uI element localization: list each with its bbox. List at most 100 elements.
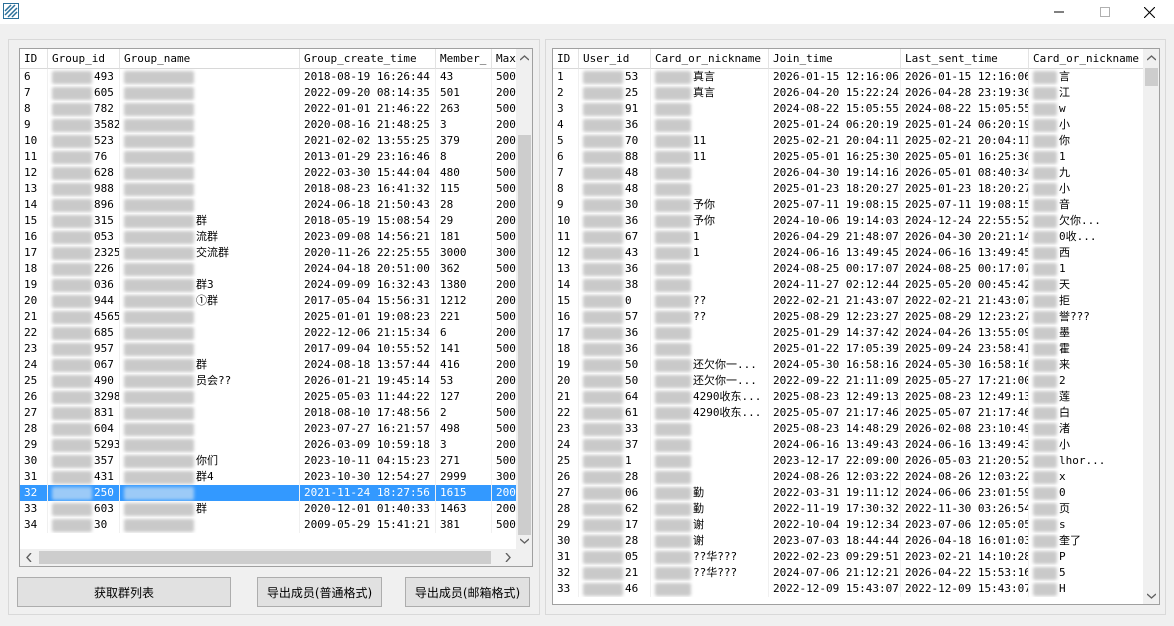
minimize-button[interactable] — [1036, 0, 1082, 24]
group-table-row[interactable]: 21 4565 2025-01-01 19:08:23 221 500 — [20, 309, 532, 325]
member-table-row[interactable]: 26 28 2024-08-26 12:03:22 2024-08-26 12:03:… — [553, 469, 1149, 485]
group-table-row[interactable]: 25 490 员会?? 2026-01-21 19:45:14 53 200 — [20, 373, 532, 389]
member-table-row[interactable]: 19 50 还欠你一... 2024-05-30 16:58:16 2024-05-30… — [553, 357, 1149, 373]
member-table-row[interactable]: 22 61 4290收东... 2025-05-07 21:17:46 2025-05-… — [553, 405, 1149, 421]
member-table-row[interactable]: 1 53 真言 2026-01-15 12:16:06 2026-01-15 12:16… — [553, 69, 1149, 85]
column-header[interactable]: Group_id — [48, 49, 120, 69]
member-table-row[interactable]: 7 48 2026-04-30 19:14:16 2026-05-01 08:40:3… — [553, 165, 1149, 181]
group-table-row[interactable]: 32 250 2021-11-24 18:27:56 1615 200 — [20, 485, 532, 501]
scroll-thumb[interactable] — [39, 551, 491, 564]
group-table-row[interactable]: 27 831 2018-08-10 17:48:56 2 500 — [20, 405, 532, 421]
maximize-button[interactable] — [1082, 0, 1128, 24]
column-header[interactable]: User_id — [579, 49, 651, 69]
column-header[interactable]: Group_create_time — [300, 49, 436, 69]
member-table-row[interactable]: 32 21 ??华??? 2024-07-06 21:12:21 2026-04-22 … — [553, 565, 1149, 581]
close-button[interactable] — [1126, 0, 1172, 24]
column-header[interactable]: Card_or_nickname — [651, 49, 769, 69]
column-header[interactable]: Member_ — [436, 49, 492, 69]
redacted-mask — [52, 119, 92, 132]
group-table-row[interactable]: 12 628 2022-03-30 15:44:04 480 500 — [20, 165, 532, 181]
member-table-row[interactable]: 18 36 2025-01-22 17:05:39 2025-09-24 23:58:… — [553, 341, 1149, 357]
export-members-email-button[interactable]: 导出成员(邮箱格式) — [405, 577, 530, 607]
member-table-row[interactable]: 30 28 谢 2023-07-03 18:44:44 2026-04-18 16:01… — [553, 533, 1149, 549]
scroll-thumb[interactable] — [1145, 68, 1158, 86]
column-header[interactable]: Last_sent_time — [901, 49, 1029, 69]
member-table-row[interactable]: 5 70 11 2025-02-21 20:04:11 2025-02-21 20:04… — [553, 133, 1149, 149]
scroll-thumb[interactable] — [518, 135, 531, 535]
member-table-row[interactable]: 15 0?? 2022-02-21 21:43:07 2022-02-21 21:43… — [553, 293, 1149, 309]
scroll-right-button[interactable] — [499, 549, 516, 566]
scroll-up-button[interactable] — [516, 49, 532, 66]
column-header[interactable]: ID — [20, 49, 48, 69]
group-table-row[interactable]: 31 431 群4 2023-10-30 12:54:27 2999 300 — [20, 469, 532, 485]
member-table-row[interactable]: 13 36 2024-08-25 00:17:07 2024-08-25 00:17:… — [553, 261, 1149, 277]
member-table-row[interactable]: 25 1 2023-12-17 22:09:00 2026-05-03 21:20:5… — [553, 453, 1149, 469]
group-table-row[interactable]: 14 896 2024-06-18 21:50:43 28 200 — [20, 197, 532, 213]
member-table-row[interactable]: 4 36 2025-01-24 06:20:19 2025-01-24 06:20:1… — [553, 117, 1149, 133]
group-table[interactable]: ID Group_id Group_name Group_create_time Mem… — [19, 48, 533, 567]
group-table-row[interactable]: 23 957 2017-09-04 10:55:52 141 500 — [20, 341, 532, 357]
group-table-row[interactable]: 11 76 2013-01-29 23:16:46 8 200 — [20, 149, 532, 165]
group-table-row[interactable]: 26 3298 2025-05-03 11:44:22 127 200 — [20, 389, 532, 405]
member-table-row[interactable]: 8 48 2025-01-23 18:20:27 2025-01-23 18:20:2… — [553, 181, 1149, 197]
cell-text: 053 — [94, 230, 114, 243]
group-table-row[interactable]: 34 30 2009-05-29 15:41:21 381 500 — [20, 517, 532, 533]
member-table-row[interactable]: 20 50 还欠你一... 2022-09-22 21:11:09 2025-05-27… — [553, 373, 1149, 389]
member-table-row[interactable]: 21 64 4290收东... 2025-08-23 12:49:13 2025-08-… — [553, 389, 1149, 405]
member-table-row[interactable]: 28 62 勤 2022-11-19 17:30:32 2022-11-30 03:26… — [553, 501, 1149, 517]
group-table-row[interactable]: 18 226 2024-04-18 20:51:00 362 500 — [20, 261, 532, 277]
scroll-left-button[interactable] — [20, 549, 37, 566]
member-table-row[interactable]: 33 46 2022-12-09 15:43:07 2022-12-09 15:43:… — [553, 581, 1149, 597]
member-table-row[interactable]: 6 88 11 2025-05-01 16:25:30 2025-05-01 16:25… — [553, 149, 1149, 165]
table-cell: 36 — [579, 117, 651, 133]
member-table-row[interactable]: 16 57?? 2025-08-29 12:23:27 2025-08-29 12:2… — [553, 309, 1149, 325]
member-table-row[interactable]: 3 91 2024-08-22 15:05:55 2024-08-22 15:05:5… — [553, 101, 1149, 117]
redacted-mask — [52, 407, 92, 420]
member-table-row[interactable]: 29 17 谢 2022-10-04 19:12:34 2023-07-06 12:05… — [553, 517, 1149, 533]
member-table-row[interactable]: 14 38 2024-11-27 02:12:44 2025-05-20 00:45:… — [553, 277, 1149, 293]
table-cell: 19 — [20, 277, 48, 293]
group-table-row[interactable]: 10 523 2021-02-02 13:55:25 379 200 — [20, 133, 532, 149]
table-cell: 067 — [48, 357, 120, 373]
member-table-vscrollbar[interactable] — [1143, 49, 1159, 604]
group-table-row[interactable]: 7 605 2022-09-20 08:14:35 501 200 — [20, 85, 532, 101]
group-table-row[interactable]: 6 493 2018-08-19 16:26:44 43 500 — [20, 69, 532, 85]
table-cell: 19 — [553, 357, 579, 373]
group-table-row[interactable]: 28 604 2023-07-27 16:21:57 498 500 — [20, 421, 532, 437]
group-table-row[interactable]: 30 357 你们 2023-10-11 04:15:23 271 500 — [20, 453, 532, 469]
group-table-row[interactable]: 22 685 2022-12-06 21:15:34 6 200 — [20, 325, 532, 341]
member-table-row[interactable]: 24 37 2024-06-16 13:49:43 2024-06-16 13:49:… — [553, 437, 1149, 453]
member-table-row[interactable]: 11 67 1 2026-04-29 21:48:07 2026-04-30 20:21… — [553, 229, 1149, 245]
column-header[interactable]: ID — [553, 49, 579, 69]
scroll-down-button[interactable] — [516, 532, 532, 549]
group-table-row[interactable]: 29 5293 2026-03-09 10:59:18 3 200 — [20, 437, 532, 453]
member-table[interactable]: ID User_id Card_or_nickname Join_time Last_s… — [552, 48, 1160, 605]
group-table-row[interactable]: 16 053 流群 2023-09-08 14:56:21 181 500 — [20, 229, 532, 245]
get-group-list-button[interactable]: 获取群列表 — [17, 577, 231, 607]
scroll-down-button[interactable] — [1143, 587, 1159, 604]
column-header[interactable]: Join_time — [769, 49, 901, 69]
group-table-row[interactable]: 8 782 2022-01-01 21:46:22 263 500 — [20, 101, 532, 117]
group-table-vscrollbar[interactable] — [516, 49, 532, 549]
member-table-row[interactable]: 27 06 勤 2022-03-31 19:11:12 2024-06-06 23:01… — [553, 485, 1149, 501]
member-table-row[interactable]: 10 36 予你 2024-10-06 19:14:03 2024-12-24 22:5… — [553, 213, 1149, 229]
group-table-row[interactable]: 19 036 群3 2024-09-09 16:32:43 1380 200 — [20, 277, 532, 293]
member-table-row[interactable]: 23 33 2025-08-23 14:48:29 2026-02-08 23:10:… — [553, 421, 1149, 437]
export-members-normal-button[interactable]: 导出成员(普通格式) — [257, 577, 382, 607]
group-table-row[interactable]: 15 315 群 2018-05-19 15:08:54 29 200 — [20, 213, 532, 229]
member-table-row[interactable]: 9 30 予你 2025-07-11 19:08:15 2025-07-11 19:08… — [553, 197, 1149, 213]
member-table-row[interactable]: 2 25 真言 2026-04-20 15:22:24 2026-04-28 23:19… — [553, 85, 1149, 101]
group-table-row[interactable]: 17 2325 交流群 2020-11-26 22:25:55 3000 300 — [20, 245, 532, 261]
column-header[interactable]: Group_name — [120, 49, 300, 69]
column-header[interactable]: Card_or_nickname — [1029, 49, 1149, 69]
member-table-row[interactable]: 31 05 ??华??? 2022-02-23 09:29:51 2023-02-21 … — [553, 549, 1149, 565]
member-table-row[interactable]: 12 43 1 2024-06-16 13:49:45 2024-06-16 13:49… — [553, 245, 1149, 261]
group-table-row[interactable]: 13 988 2018-08-23 16:41:32 115 500 — [20, 181, 532, 197]
member-table-row[interactable]: 17 36 2025-01-29 14:37:42 2024-04-26 13:55:… — [553, 325, 1149, 341]
group-table-row[interactable]: 24 067 群 2024-08-18 13:57:44 416 200 — [20, 357, 532, 373]
group-table-hscrollbar[interactable] — [20, 549, 516, 566]
scroll-up-button[interactable] — [1143, 49, 1159, 66]
group-table-row[interactable]: 9 3582 2020-08-16 21:48:25 3 200 — [20, 117, 532, 133]
group-table-row[interactable]: 20 944 ①群 2017-05-04 15:56:31 1212 200 — [20, 293, 532, 309]
group-table-row[interactable]: 33 603 群 2020-12-01 01:40:33 1463 200 — [20, 501, 532, 517]
